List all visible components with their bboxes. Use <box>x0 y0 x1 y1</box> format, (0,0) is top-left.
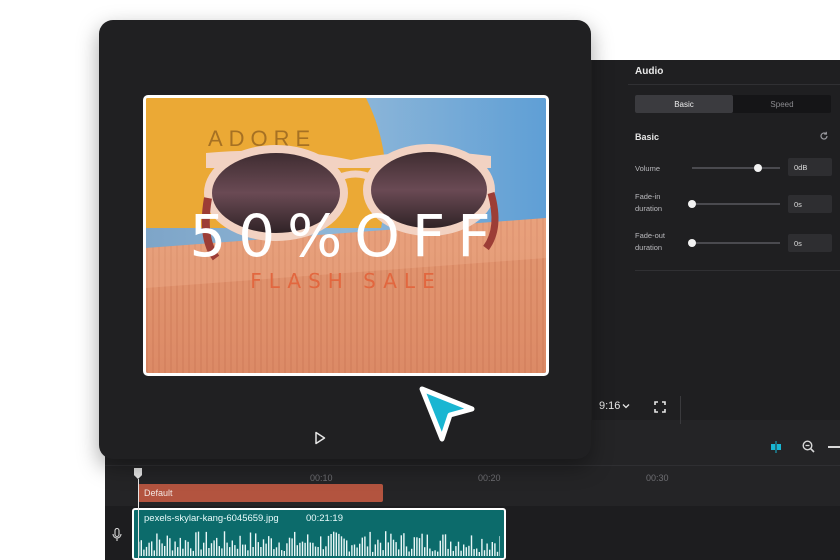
preview-image: ADORE 50%OFF FLASH SALE <box>146 98 546 373</box>
tab-speed[interactable]: Speed <box>733 95 831 113</box>
waveform <box>138 531 500 556</box>
fade-in-label: Fade-in duration <box>635 192 663 213</box>
playhead-handle[interactable] <box>134 468 142 479</box>
playhead[interactable] <box>134 468 142 560</box>
volume-label: Volume <box>635 164 661 173</box>
fade-out-label: Fade-out duration <box>635 231 666 252</box>
divider <box>680 396 681 424</box>
split-icon[interactable] <box>770 441 782 453</box>
fullscreen-icon[interactable] <box>654 401 666 413</box>
properties-panel: Audio Basic Speed Basic Volume 0dB Fade-… <box>592 60 840 420</box>
headline-text: 50%OFF <box>189 202 502 270</box>
timeline-ruler[interactable]: 00:10 00:20 00:30 <box>105 468 840 484</box>
panel-title: Audio <box>635 66 664 77</box>
zoom-slider[interactable] <box>828 446 840 448</box>
tab-switcher: Basic Speed <box>635 95 831 113</box>
audio-clip-duration: 00:21:19 <box>306 513 343 524</box>
subline-text: FLASH SALE <box>250 269 441 293</box>
divider <box>635 270 840 271</box>
fade-in-slider-knob[interactable] <box>688 200 696 208</box>
chevron-down-icon <box>622 404 630 409</box>
mic-icon[interactable] <box>112 528 122 542</box>
volume-value[interactable]: 0dB <box>788 158 832 176</box>
text-clip-label: Default <box>144 488 173 498</box>
app-screen: Audio Basic Speed Basic Volume 0dB Fade-… <box>0 0 840 560</box>
aspect-ratio-select[interactable]: 9:16 <box>599 400 630 412</box>
play-icon[interactable] <box>313 431 327 445</box>
playhead-line <box>137 479 139 560</box>
zoom-out-icon[interactable] <box>802 440 815 453</box>
fade-in-slider[interactable] <box>688 200 780 208</box>
fade-out-value[interactable]: 0s <box>788 234 832 252</box>
fade-out-slider[interactable] <box>688 239 780 247</box>
aspect-ratio-value: 9:16 <box>599 400 621 412</box>
divider <box>628 84 840 85</box>
fade-out-slider-knob[interactable] <box>688 239 696 247</box>
volume-slider-knob[interactable] <box>754 164 762 172</box>
ruler-tick: 00:30 <box>646 473 669 483</box>
text-clip[interactable]: Default <box>138 484 383 502</box>
reset-icon[interactable] <box>819 131 829 141</box>
preview-canvas[interactable]: ADORE 50%OFF FLASH SALE <box>143 95 549 376</box>
audio-clip-name: pexels-skylar-kang-6045659.jpg <box>144 513 279 524</box>
section-title: Basic <box>635 132 660 142</box>
divider <box>105 465 840 466</box>
volume-slider[interactable] <box>692 164 780 172</box>
tab-basic[interactable]: Basic <box>635 95 733 113</box>
audio-clip[interactable]: pexels-skylar-kang-6045659.jpg 00:21:19 <box>132 508 506 560</box>
preview-card: ADORE 50%OFF FLASH SALE <box>99 20 591 459</box>
ruler-tick: 00:20 <box>478 473 501 483</box>
ruler-tick: 00:10 <box>310 473 333 483</box>
fade-in-value[interactable]: 0s <box>788 195 832 213</box>
pointer-cursor-icon <box>419 386 475 442</box>
